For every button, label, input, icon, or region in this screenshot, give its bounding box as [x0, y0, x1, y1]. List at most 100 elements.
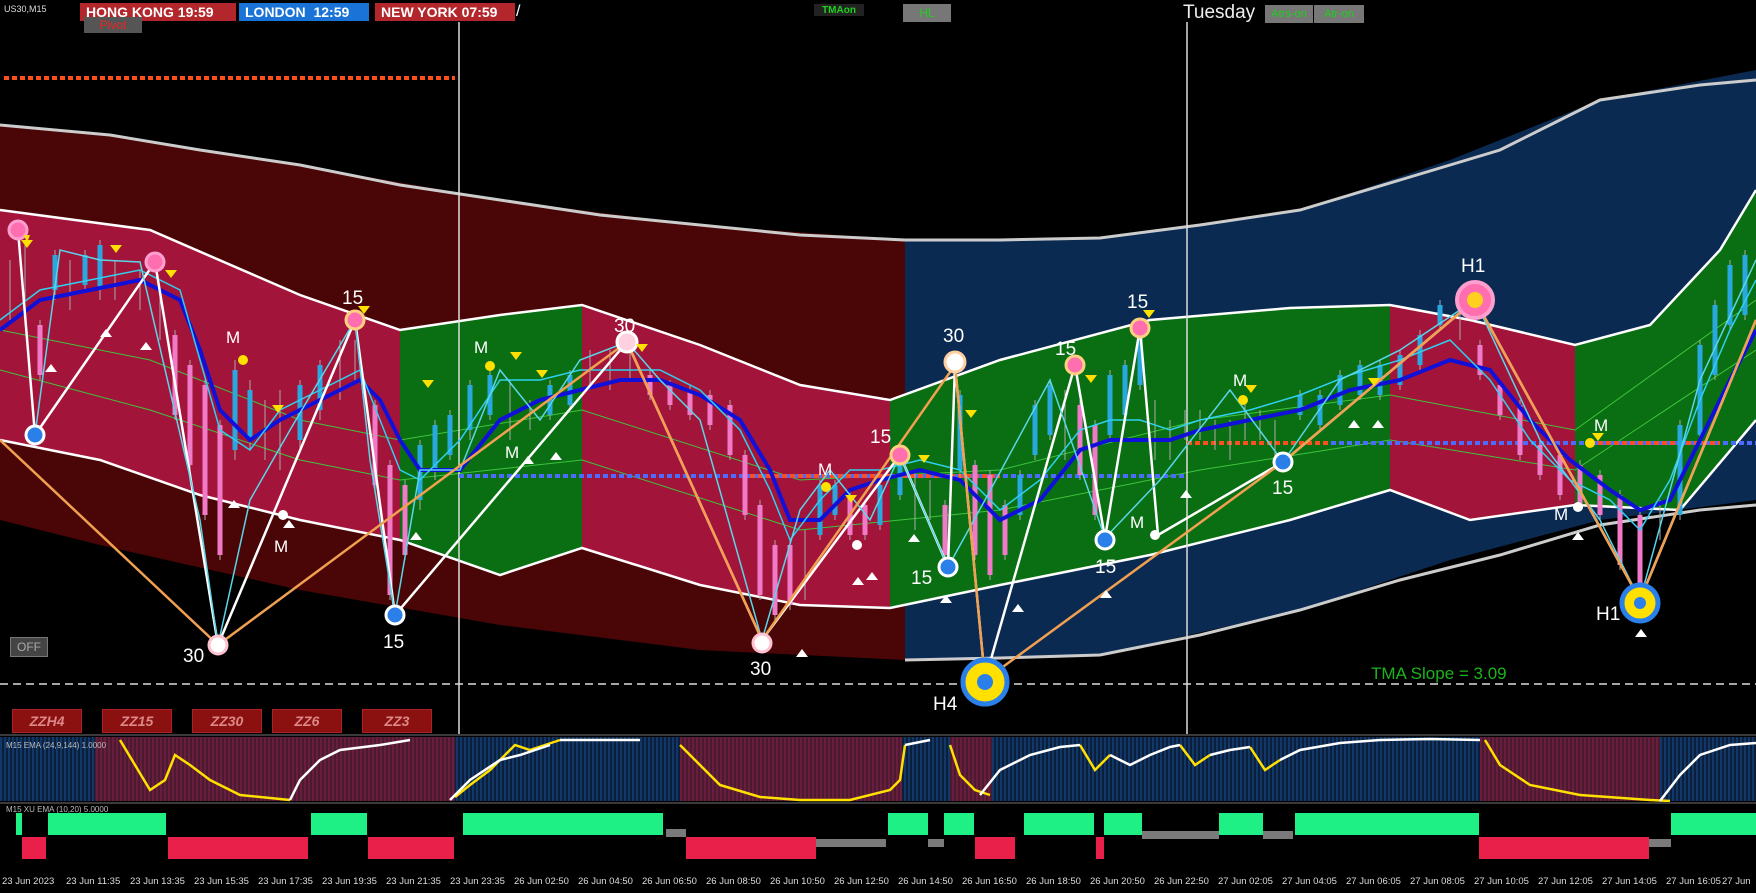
pivot-high-marker — [889, 444, 911, 466]
zz-h4-button[interactable]: ZZH4 — [12, 709, 82, 733]
time-tick: 26 Jun 12:50 — [834, 876, 889, 887]
day-label: Tuesday — [1183, 2, 1256, 23]
pivot-high-marker — [144, 251, 166, 273]
zigzag-label-15: 15 — [911, 568, 932, 589]
time-tick: 27 Jun — [1722, 876, 1751, 887]
time-tick: 23 Jun 11:35 — [66, 876, 121, 887]
pivot-high-marker — [1129, 317, 1151, 339]
time-tick: 27 Jun 04:05 — [1282, 876, 1337, 887]
histogram-bar-up — [1104, 813, 1142, 835]
histogram-bar-neutral — [1649, 839, 1671, 847]
price-chart-canvas[interactable]: 15 30 30 15 15 15 H1 30 15 30 15 H4 15 1… — [0, 0, 1756, 735]
ema-red-zone — [950, 737, 992, 801]
zigzag-label-m: M — [274, 537, 288, 556]
off-button[interactable]: OFF — [10, 637, 48, 657]
time-tick: 23 Jun 15:35 — [194, 876, 249, 887]
ema-blue-zone — [902, 737, 950, 801]
tma-slope-label: TMA Slope = 3.09 — [1371, 664, 1507, 683]
time-axis: 23 Jun 2023 23 Jun 11:35 23 Jun 13:35 23… — [0, 871, 1756, 893]
zigzag-label-m: M — [1554, 505, 1568, 524]
clock-city: LONDON — [245, 4, 306, 20]
pivot-low-marker — [1272, 451, 1294, 473]
pivot-high-marker — [943, 350, 967, 374]
histogram-bar-up — [1295, 813, 1479, 835]
time-tick: 26 Jun 06:50 — [642, 876, 697, 887]
time-tick: 23 Jun 17:35 — [258, 876, 313, 887]
zigzag-label-h1: H1 — [1461, 256, 1485, 277]
time-tick: 27 Jun 08:05 — [1410, 876, 1465, 887]
zigzag-label-15: 15 — [342, 288, 363, 309]
time-tick: 27 Jun 10:05 — [1474, 876, 1529, 887]
signal-dot — [821, 482, 831, 492]
histogram-bar-neutral — [1263, 831, 1293, 839]
zigzag-label-15: 15 — [1055, 339, 1076, 360]
histogram-bar-neutral — [1142, 831, 1219, 839]
time-tick: 23 Jun 19:35 — [322, 876, 377, 887]
histogram-bar-neutral — [928, 839, 944, 847]
zigzag-label-m: M — [1130, 513, 1144, 532]
ema-pane-label: M15 EMA (24,9,144) 1.0000 — [6, 741, 107, 750]
pivot-high-marker — [7, 219, 29, 241]
time-tick: 27 Jun 12:05 — [1538, 876, 1593, 887]
pivot-high-marker — [344, 309, 366, 331]
xu-ema-histogram-pane[interactable]: M15 XU EMA (10,20) 5.0000 — [0, 803, 1756, 871]
histogram-bar-down — [686, 837, 816, 859]
time-tick: 27 Jun 02:05 — [1218, 876, 1273, 887]
histogram-bar-down — [368, 837, 454, 859]
xu-ema-pane-label: M15 XU EMA (10,20) 5.0000 — [6, 805, 109, 814]
clock-new-york: NEW YORK 07:59 — [375, 3, 515, 21]
time-tick: 23 Jun 13:35 — [130, 876, 185, 887]
zigzag-label-15: 15 — [1272, 478, 1293, 499]
clock-end-slash: / — [516, 3, 521, 20]
pivot-button[interactable]: Pivot — [84, 17, 142, 33]
clock-time: 19:59 — [177, 4, 214, 20]
histogram-bar-up — [48, 813, 166, 835]
pivot-low-marker — [1094, 529, 1116, 551]
time-tick: 26 Jun 02:50 — [514, 876, 569, 887]
histogram-canvas — [16, 813, 1756, 859]
histogram-bar-down — [1096, 837, 1104, 859]
histogram-bar-up — [1219, 813, 1263, 835]
up-arrow — [1635, 629, 1647, 637]
zigzag-label-m: M — [474, 338, 488, 357]
histogram-bar-down — [22, 837, 46, 859]
time-tick: 23 Jun 2023 — [2, 876, 55, 887]
ema-red-zone — [95, 737, 455, 801]
pivot-low-h4-inner — [977, 674, 993, 690]
inner-band-green-1 — [400, 305, 582, 575]
signal-dot-white — [1573, 502, 1583, 512]
atr-on-button[interactable]: Atr-on — [1314, 5, 1364, 23]
zigzag-label-m: M — [1594, 416, 1608, 435]
time-tick: 26 Jun 14:50 — [898, 876, 953, 887]
histogram-bar-up — [1024, 813, 1094, 835]
time-tick: 26 Jun 16:50 — [962, 876, 1017, 887]
pivot-low-marker — [207, 634, 229, 656]
clock-time: 07:59 — [461, 4, 498, 20]
zigzag-label-m: M — [505, 443, 519, 462]
clock-city: NEW YORK — [381, 4, 458, 20]
ema-red-zone — [680, 737, 902, 801]
zz-6-button[interactable]: ZZ6 — [272, 709, 342, 733]
zigzag-label-30: 30 — [943, 326, 964, 347]
time-tick: 26 Jun 08:50 — [706, 876, 761, 887]
zigzag-label-15: 15 — [1127, 292, 1148, 313]
histogram-bar-down — [1479, 837, 1649, 859]
signal-dot — [1238, 395, 1248, 405]
zz-15-button[interactable]: ZZ15 — [102, 709, 172, 733]
main-price-chart[interactable]: 15 30 30 15 15 15 H1 30 15 30 15 H4 15 1… — [0, 0, 1756, 735]
hl-button[interactable]: HL — [903, 4, 951, 22]
tma-on-button[interactable]: TMAon — [814, 4, 864, 16]
time-tick: 26 Jun 18:50 — [1026, 876, 1081, 887]
atrs-on-button[interactable]: Atrs-on — [1265, 5, 1313, 23]
zigzag-label-m: M — [1233, 371, 1247, 390]
histogram-bar-up — [16, 813, 22, 835]
zigzag-label-m: M — [818, 460, 832, 479]
zigzag-label-15: 15 — [383, 632, 404, 653]
symbol-label: US30,M15 — [4, 4, 47, 14]
zz-3-button[interactable]: ZZ3 — [362, 709, 432, 733]
zz-30-button[interactable]: ZZ30 — [192, 709, 262, 733]
time-tick: 27 Jun 14:05 — [1602, 876, 1657, 887]
zigzag-label-15: 15 — [1095, 557, 1116, 578]
ema-indicator-pane[interactable]: M15 EMA (24,9,144) 1.0000 — [0, 735, 1756, 803]
zigzag-label-30: 30 — [183, 646, 204, 667]
